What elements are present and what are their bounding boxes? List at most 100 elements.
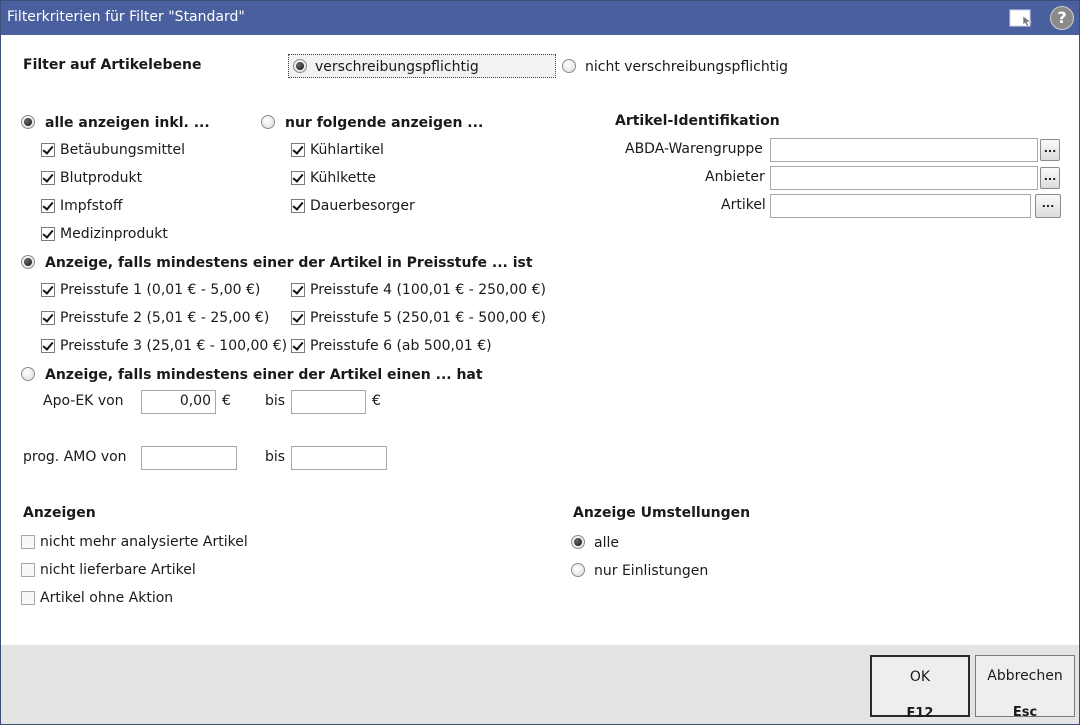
- checkbox-kuehlartikel[interactable]: Kühlartikel: [291, 142, 451, 160]
- checkbox-box: [41, 227, 55, 241]
- amo-bis-label: bis: [265, 449, 286, 465]
- checkbox-label: Medizinprodukt: [60, 226, 168, 242]
- radio-label-umst-alle: alle: [594, 535, 619, 551]
- radio-label-alle: alle anzeigen inkl. ...: [45, 115, 210, 131]
- checkbox-label: Preisstufe 4 (100,01 € - 250,00 €): [310, 282, 547, 298]
- checkbox-box: [21, 535, 35, 549]
- anbieter-input[interactable]: [770, 166, 1038, 190]
- filter-dialog: Filterkriterien für Filter "Standard" ? …: [0, 0, 1080, 725]
- radio-umstellungen-einlistungen[interactable]: nur Einlistungen: [571, 562, 731, 582]
- apo-ek-to-input[interactable]: [291, 390, 366, 414]
- apo-ek-from-currency: €: [222, 393, 231, 409]
- checkbox-label: nicht mehr analysierte Artikel: [40, 534, 248, 550]
- checkbox-preisstufe-4[interactable]: Preisstufe 4 (100,01 € - 250,00 €): [291, 282, 546, 300]
- apo-ek-from-input[interactable]: 0,00: [141, 390, 216, 414]
- checkbox-preisstufe-1[interactable]: Preisstufe 1 (0,01 € - 5,00 €): [41, 282, 281, 300]
- checkbox-label: Blutprodukt: [60, 170, 143, 186]
- checkbox-label: Preisstufe 5 (250,01 € - 500,00 €): [310, 310, 547, 326]
- radio-range[interactable]: Anzeige, falls mindestens einer der Arti…: [21, 366, 483, 386]
- radio-indicator-nur: [261, 115, 275, 129]
- window-title: Filterkriterien für Filter "Standard": [7, 9, 245, 25]
- checkbox-label: Impfstoff: [60, 198, 123, 214]
- checkbox-label: Artikel ohne Aktion: [40, 590, 174, 606]
- amo-to-input[interactable]: [291, 446, 387, 470]
- radio-nicht-verschreibungspflichtig[interactable]: nicht verschreibungspflichtig: [561, 58, 788, 78]
- radio-label-preisstufe: Anzeige, falls mindestens einer der Arti…: [45, 255, 533, 271]
- cancel-button-shortcut: Esc: [1012, 705, 1038, 720]
- artikel-input[interactable]: [770, 194, 1031, 218]
- checkbox-preisstufe-6[interactable]: Preisstufe 6 (ab 500,01 €): [291, 338, 541, 356]
- artikel-browse-button[interactable]: ...: [1035, 194, 1061, 218]
- checkbox-preisstufe-5[interactable]: Preisstufe 5 (250,01 € - 500,00 €): [291, 310, 546, 328]
- radio-nur-folgende[interactable]: nur folgende anzeigen ...: [261, 114, 484, 134]
- checkbox-box: [21, 591, 35, 605]
- checkbox-nicht-mehr-analysiert[interactable]: nicht mehr analysierte Artikel: [21, 534, 261, 552]
- anzeigen-title: Anzeigen: [23, 505, 96, 521]
- radio-indicator-umst-einl: [571, 563, 585, 577]
- checkbox-box: [41, 283, 55, 297]
- radio-indicator-nonrx: [562, 59, 576, 73]
- checkbox-blutprodukt[interactable]: Blutprodukt: [41, 170, 221, 188]
- abda-warengruppe-label: ABDA-Warengruppe: [625, 141, 763, 157]
- identifikation-title: Artikel-Identifikation: [615, 113, 780, 129]
- radio-label-nur: nur folgende anzeigen ...: [285, 115, 484, 131]
- abda-warengruppe-input[interactable]: [770, 138, 1038, 162]
- cancel-button[interactable]: Abbrechen Esc: [975, 655, 1075, 720]
- checkbox-box: [21, 563, 35, 577]
- checkbox-box: [291, 143, 305, 157]
- radio-label-umst-einl: nur Einlistungen: [594, 563, 709, 579]
- checkbox-medizinprodukt[interactable]: Medizinprodukt: [41, 226, 221, 244]
- umstellungen-title: Anzeige Umstellungen: [573, 505, 751, 521]
- radio-preisstufe[interactable]: Anzeige, falls mindestens einer der Arti…: [21, 254, 533, 274]
- checkbox-box: [291, 311, 305, 325]
- checkbox-ohne-aktion[interactable]: Artikel ohne Aktion: [21, 590, 261, 608]
- checkbox-label: Preisstufe 3 (25,01 € - 100,00 €): [60, 338, 288, 354]
- checkbox-impfstoff[interactable]: Impfstoff: [41, 198, 221, 216]
- amo-from-input[interactable]: [141, 446, 237, 470]
- checkbox-box: [291, 171, 305, 185]
- checkbox-preisstufe-2[interactable]: Preisstufe 2 (5,01 € - 25,00 €): [41, 310, 281, 328]
- radio-indicator-range: [21, 367, 35, 381]
- button-bar: OK F12 Abbrechen Esc: [1, 645, 1079, 724]
- cancel-button-label: Abbrechen: [987, 668, 1063, 684]
- apo-ek-bis-label: bis: [265, 393, 286, 409]
- checkbox-nicht-lieferbar[interactable]: nicht lieferbare Artikel: [21, 562, 261, 580]
- checkbox-label: Dauerbesorger: [310, 198, 415, 214]
- help-icon[interactable]: ?: [1050, 6, 1074, 30]
- checkbox-preisstufe-3[interactable]: Preisstufe 3 (25,01 € - 100,00 €): [41, 338, 287, 356]
- radio-umstellungen-alle[interactable]: alle: [571, 534, 671, 554]
- radio-indicator-umst-alle: [571, 535, 585, 549]
- artikel-label: Artikel: [721, 197, 766, 213]
- checkbox-kuehlkette[interactable]: Kühlkette: [291, 170, 451, 188]
- ok-button-shortcut: F12: [906, 706, 934, 721]
- checkbox-box: [41, 311, 55, 325]
- checkbox-box: [41, 199, 55, 213]
- apo-ek-to-currency: €: [372, 393, 381, 409]
- radio-indicator-rx: [293, 59, 307, 73]
- radio-indicator-preisstufe: [21, 255, 35, 269]
- ok-button[interactable]: OK F12: [870, 655, 970, 721]
- checkbox-label: Preisstufe 2 (5,01 € - 25,00 €): [60, 310, 270, 326]
- abda-warengruppe-browse-button[interactable]: ...: [1040, 139, 1060, 161]
- checkbox-betaeubungsmittel[interactable]: Betäubungsmittel: [41, 142, 221, 160]
- radio-label-rx: verschreibungspflichtig: [315, 59, 479, 75]
- radio-alle-anzeigen[interactable]: alle anzeigen inkl. ...: [21, 114, 221, 134]
- checkbox-label: Preisstufe 1 (0,01 € - 5,00 €): [60, 282, 261, 298]
- checkbox-label: Betäubungsmittel: [60, 142, 185, 158]
- title-bar: Filterkriterien für Filter "Standard" ?: [1, 1, 1079, 35]
- checkbox-label: nicht lieferbare Artikel: [40, 562, 196, 578]
- document-icon[interactable]: [1009, 9, 1035, 27]
- checkbox-box: [41, 339, 55, 353]
- apo-ek-label: Apo-EK von: [43, 393, 124, 409]
- checkbox-box: [291, 283, 305, 297]
- checkbox-box: [41, 171, 55, 185]
- ok-button-label: OK: [909, 669, 931, 685]
- artikelebene-label: Filter auf Artikelebene: [23, 57, 202, 73]
- radio-label-nonrx: nicht verschreibungspflichtig: [585, 59, 788, 75]
- amo-label: prog. AMO von: [23, 449, 127, 465]
- anbieter-browse-button[interactable]: ...: [1040, 167, 1060, 189]
- checkbox-dauerbesorger[interactable]: Dauerbesorger: [291, 198, 451, 216]
- radio-verschreibungspflichtig[interactable]: verschreibungspflichtig: [288, 54, 556, 78]
- checkbox-label: Kühlkette: [310, 170, 376, 186]
- anbieter-label: Anbieter: [705, 169, 765, 185]
